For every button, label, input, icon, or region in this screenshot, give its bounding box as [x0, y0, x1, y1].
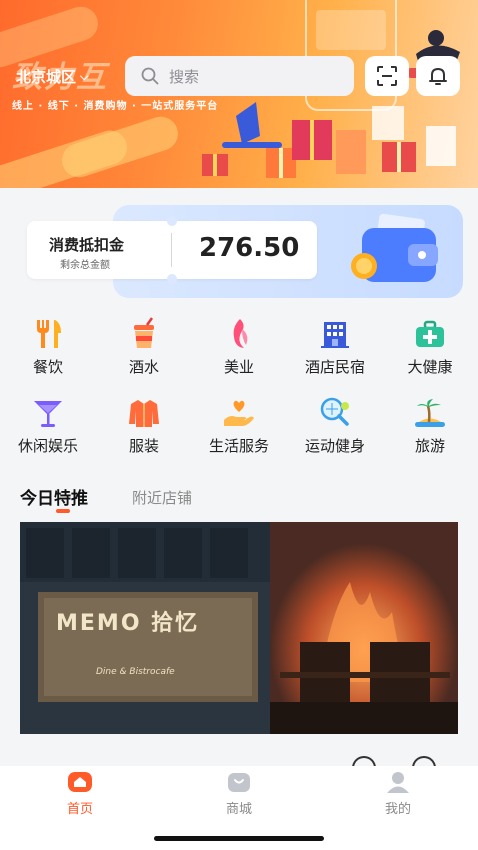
search-box[interactable]: 搜索	[125, 56, 354, 96]
store-sign-subtext: Dine & Bistrocafe	[96, 667, 175, 677]
category-label: 休闲娱乐	[17, 437, 78, 455]
category-label: 餐饮	[32, 358, 63, 376]
gift-boxes-icon	[202, 102, 456, 178]
nav-profile[interactable]: 我的	[358, 770, 438, 817]
category-health[interactable]: 大健康	[382, 316, 478, 377]
scan-icon	[377, 66, 397, 86]
medical-kit-icon	[412, 316, 448, 352]
nav-mall[interactable]: 商城	[199, 770, 279, 817]
category-travel[interactable]: 旅游	[382, 395, 478, 456]
category-catering[interactable]: 餐饮	[0, 316, 96, 377]
wallet-icon	[351, 213, 438, 282]
nav-label: 商城	[225, 802, 252, 817]
category-hotel[interactable]: 酒店民宿	[287, 316, 383, 377]
balance-title: 消费抵扣金	[49, 236, 125, 254]
balance-subtitle: 剩余总金额	[60, 260, 110, 271]
beauty-icon	[221, 316, 257, 352]
tab-nearby-stores[interactable]: 附近店铺	[132, 487, 192, 508]
category-label: 生活服务	[208, 437, 269, 455]
nav-label: 我的	[384, 802, 411, 817]
category-label: 美业	[223, 358, 254, 376]
tab-today-recommended[interactable]: 今日特推	[20, 484, 88, 509]
tennis-icon	[317, 395, 353, 431]
nav-home[interactable]: 首页	[40, 770, 120, 817]
category-label: 服装	[128, 437, 159, 455]
hand-heart-icon	[221, 395, 257, 431]
palm-island-icon	[412, 395, 448, 431]
category-label: 酒水	[128, 358, 159, 376]
utensils-icon	[30, 316, 66, 352]
tab-active-indicator	[56, 509, 70, 513]
category-beauty[interactable]: 美业	[191, 316, 287, 377]
home-indicator	[154, 836, 324, 841]
category-life-services[interactable]: 生活服务	[191, 395, 287, 456]
notification-button[interactable]	[416, 56, 460, 96]
category-clothing[interactable]: 服装	[96, 395, 192, 456]
search-placeholder: 搜索	[169, 67, 200, 86]
city-label: 北京城区	[16, 68, 77, 86]
bell-icon	[429, 68, 447, 85]
cocktail-icon	[30, 395, 66, 431]
user-icon	[387, 772, 409, 793]
category-drinks[interactable]: 酒水	[96, 316, 192, 377]
drink-cup-icon	[126, 316, 162, 352]
nav-label: 首页	[66, 802, 93, 817]
hotel-icon	[317, 316, 353, 352]
category-label: 大健康	[407, 358, 453, 376]
category-leisure[interactable]: 休闲娱乐	[0, 395, 96, 456]
scan-button[interactable]	[365, 56, 409, 96]
category-label: 旅游	[414, 437, 445, 455]
app-screen: { "header": { "city": "北京城区", "search_pl…	[0, 0, 478, 850]
balance-coupon: 消费抵扣金 剩余总金额 276.50	[27, 216, 317, 284]
category-label: 运动健身	[304, 437, 365, 455]
store-sign-text: MEMO 拾忆	[56, 611, 200, 636]
shop-bag-icon	[228, 773, 250, 792]
balance-amount: 276.50	[199, 233, 300, 263]
city-selector[interactable]: 北京城区 ⌵	[16, 66, 88, 87]
chevron-down-icon: ⌵	[80, 69, 89, 83]
jacket-icon	[126, 395, 162, 431]
banner-slogan: 线上 · 线下 · 消费购物 · 一站式服务平台	[12, 101, 219, 112]
home-icon	[68, 772, 92, 792]
category-sports[interactable]: 运动健身	[287, 395, 383, 456]
category-label: 酒店民宿	[304, 358, 365, 376]
search-icon	[141, 67, 159, 85]
